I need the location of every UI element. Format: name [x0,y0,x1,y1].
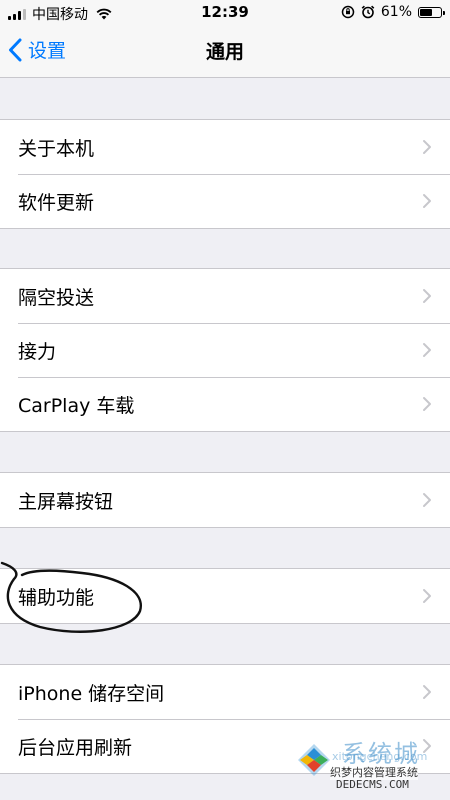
row-label: CarPlay 车载 [18,394,135,417]
row-label: 关于本机 [18,137,95,160]
chevron-right-icon [423,589,431,603]
row-label: 辅助功能 [18,586,95,609]
chevron-right-icon [423,343,431,357]
chevron-right-icon [423,397,431,411]
settings-row-software-update[interactable]: 软件更新 [0,174,450,228]
row-label: 软件更新 [18,191,95,214]
lock-rotation-icon [341,5,355,19]
settings-row-about[interactable]: 关于本机 [0,120,450,174]
settings-group-connectivity: 隔空投送 接力 CarPlay 车载 [0,268,450,432]
battery-icon [418,6,445,18]
chevron-right-icon [423,685,431,699]
settings-row-airdrop[interactable]: 隔空投送 [0,269,450,323]
chevron-right-icon [423,739,431,753]
row-label: 后台应用刷新 [18,736,133,759]
row-label: 隔空投送 [18,286,95,309]
chevron-right-icon [423,194,431,208]
settings-group-home-button: 主屏幕按钮 [0,472,450,528]
alarm-icon [361,5,375,19]
settings-row-accessibility[interactable]: 辅助功能 [0,569,450,623]
settings-row-carplay[interactable]: CarPlay 车载 [0,377,450,431]
row-label: 主屏幕按钮 [18,490,114,513]
status-right: 61% [341,4,445,20]
settings-row-iphone-storage[interactable]: iPhone 储存空间 [0,665,450,719]
watermark-domain: DEDECMS.COM [336,778,409,791]
chevron-right-icon [423,140,431,154]
battery-fill [420,8,433,16]
navigation-bar: 设置 通用 [0,24,450,78]
page-title: 通用 [205,41,244,63]
settings-group-about: 关于本机 软件更新 [0,119,450,229]
row-label: 接力 [18,340,57,363]
row-label: iPhone 储存空间 [18,682,165,705]
chevron-right-icon [423,289,431,303]
chevron-right-icon [423,493,431,507]
settings-row-home-button[interactable]: 主屏幕按钮 [0,473,450,527]
settings-row-background-refresh[interactable]: 后台应用刷新 [0,719,450,773]
settings-group-storage: iPhone 储存空间 后台应用刷新 [0,664,450,774]
status-bar: 中国移动 12:39 61% [0,0,450,24]
battery-percent: 61% [380,4,412,20]
settings-group-accessibility: 辅助功能 [0,568,450,624]
settings-row-handoff[interactable]: 接力 [0,323,450,377]
